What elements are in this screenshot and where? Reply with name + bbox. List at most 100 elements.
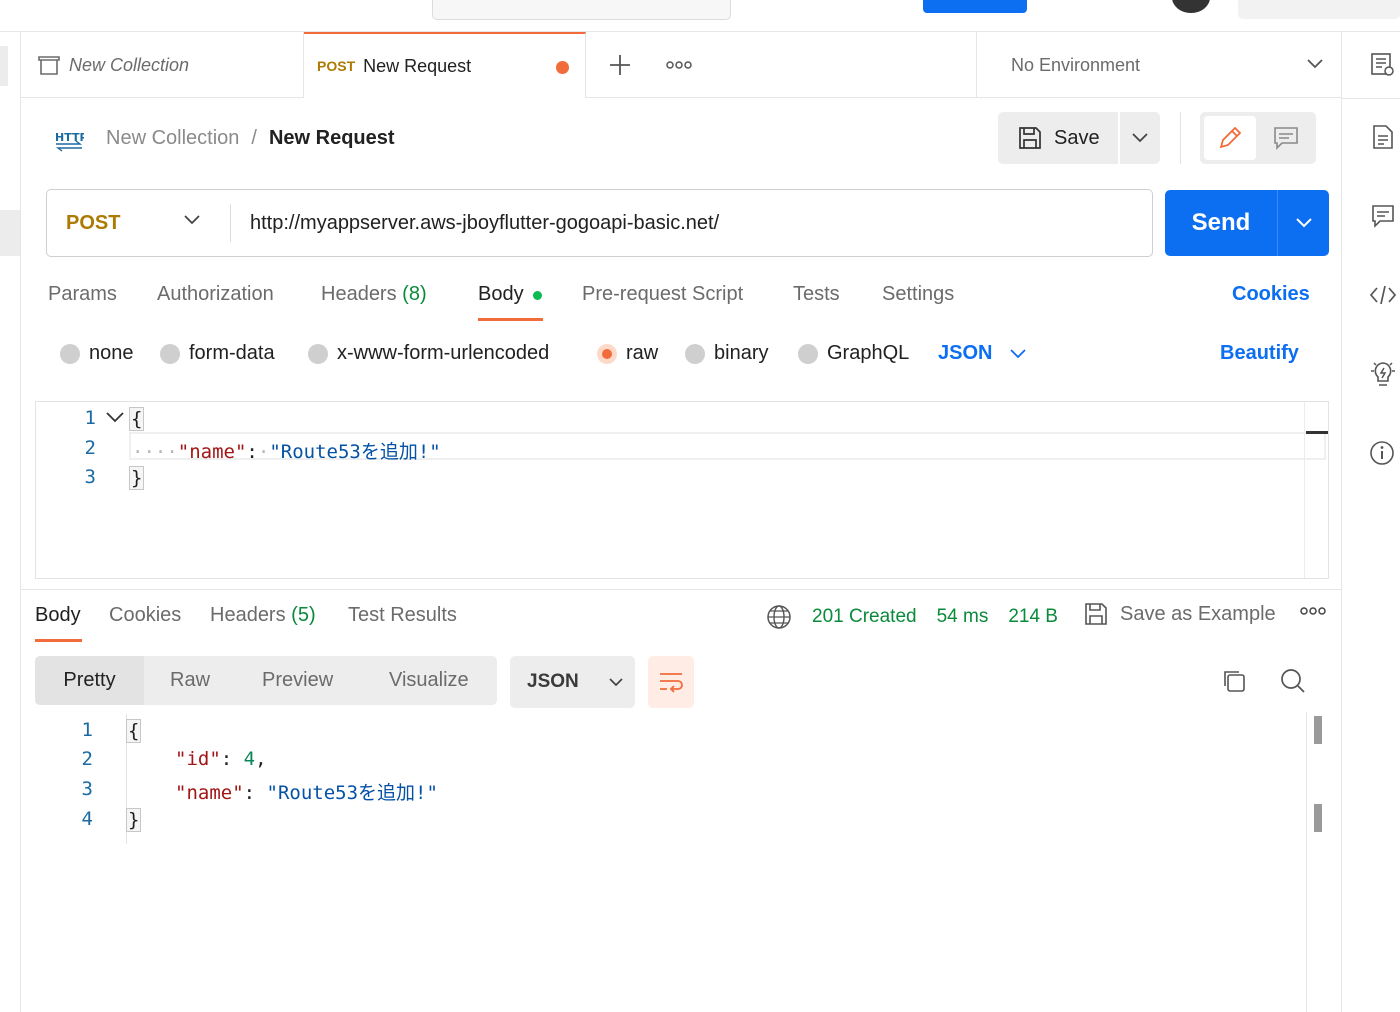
view-raw[interactable]: Raw [170, 656, 210, 705]
more-icon[interactable] [666, 60, 692, 70]
json-colon: : [246, 441, 258, 463]
plus-icon[interactable] [609, 54, 631, 76]
response-tab-headers[interactable]: Headers (5) [210, 604, 316, 627]
tab-headers[interactable]: Headers (8) [321, 283, 427, 306]
documentation-icon[interactable] [1372, 124, 1394, 150]
header-action-button[interactable] [923, 0, 1027, 13]
global-search-input[interactable] [432, 0, 731, 20]
globe-icon[interactable] [766, 604, 792, 630]
tab-label: Body [35, 604, 81, 626]
wrap-lines-button[interactable] [648, 656, 694, 708]
radio-binary[interactable]: binary [685, 342, 768, 365]
radio-x-www-form-urlencoded[interactable]: x-www-form-urlencoded [308, 342, 549, 365]
tab-params[interactable]: Params [48, 283, 117, 306]
chevron-down-icon [1295, 218, 1312, 228]
line-number: 1 [84, 407, 96, 429]
code-icon[interactable] [1369, 284, 1397, 306]
tab-body[interactable]: Body [478, 283, 524, 306]
http-icon: HTTP [54, 124, 84, 152]
scrollbar-track[interactable] [1306, 712, 1307, 1012]
line-number: 2 [81, 748, 93, 770]
save-as-example-label: Save as Example [1120, 602, 1276, 625]
send-button[interactable]: Send [1165, 190, 1277, 256]
radio-label: none [89, 342, 134, 364]
json-value: "Route53を追加!" [269, 441, 441, 463]
tab-authorization[interactable]: Authorization [157, 283, 274, 306]
body-format-selector[interactable]: JSON [938, 342, 1027, 365]
method-selector[interactable]: POST [66, 190, 120, 256]
line-number: 4 [81, 808, 93, 830]
view-pretty[interactable]: Pretty [35, 656, 144, 705]
breadcrumb-request[interactable]: New Request [269, 127, 395, 150]
line-number: 3 [81, 778, 93, 800]
tab-pre-request-script[interactable]: Pre-request Script [582, 283, 743, 306]
response-size[interactable]: 214 B [1008, 606, 1058, 628]
brace: } [129, 466, 145, 490]
tab-settings[interactable]: Settings [882, 283, 954, 306]
save-options-button[interactable] [1120, 112, 1160, 164]
wrap-icon [658, 671, 684, 693]
response-tab-cookies[interactable]: Cookies [109, 604, 181, 627]
response-tab-test-results[interactable]: Test Results [348, 604, 457, 627]
response-tab-body[interactable]: Body [35, 604, 81, 627]
headers-count: (8) [402, 283, 427, 305]
scroll-marker [1314, 716, 1322, 744]
environment-selector[interactable]: No Environment [976, 32, 1341, 98]
indent-guide: ···· [132, 441, 178, 463]
json-key: "id" [175, 748, 221, 770]
code-line: { [126, 719, 142, 743]
breadcrumb-collection[interactable]: New Collection [106, 127, 239, 150]
unsaved-indicator [556, 61, 569, 74]
radio-circle [798, 343, 818, 364]
tab-new-request[interactable]: POST New Request [304, 32, 586, 98]
response-divider[interactable] [21, 589, 1341, 590]
code-line: "id": 4, [175, 748, 267, 770]
lightbulb-icon[interactable] [1369, 359, 1397, 389]
tab-label: Params [48, 283, 117, 305]
comment-mode-button[interactable] [1260, 116, 1312, 160]
radio-raw[interactable]: raw [597, 342, 658, 365]
brace: { [126, 719, 142, 743]
chevron-down-icon[interactable] [184, 215, 200, 225]
radio-form-data[interactable]: form-data [160, 342, 275, 365]
send-options-button[interactable] [1277, 190, 1329, 256]
search-icon[interactable] [1280, 668, 1306, 694]
svg-text:HTTP: HTTP [55, 131, 84, 144]
radio-label: form-data [189, 342, 275, 364]
response-format-selector[interactable]: JSON [510, 656, 635, 708]
edit-mode-button[interactable] [1204, 116, 1256, 160]
comment-icon[interactable] [1371, 204, 1395, 228]
beautify-link[interactable]: Beautify [1220, 342, 1299, 365]
tab-method-badge: POST [317, 58, 356, 74]
chevron-down-icon [609, 677, 623, 687]
more-icon[interactable] [1300, 606, 1326, 616]
radio-label: raw [626, 342, 659, 364]
environment-quicklook-icon[interactable] [1370, 52, 1396, 78]
left-sidebar-edge [0, 32, 21, 1012]
tab-label: Settings [882, 283, 955, 305]
view-preview[interactable]: Preview [262, 656, 333, 705]
line-number: 3 [84, 466, 96, 488]
header-right-control[interactable] [1238, 0, 1400, 19]
tab-tests[interactable]: Tests [793, 283, 840, 306]
status-code[interactable]: 201 Created [812, 606, 917, 628]
copy-icon[interactable] [1221, 668, 1247, 694]
save-button[interactable]: Save [998, 112, 1118, 164]
json-key: "name" [175, 782, 244, 804]
radio-none[interactable]: none [60, 342, 134, 365]
url-input[interactable]: http://myappserver.aws-jboyflutter-gogoa… [250, 190, 719, 256]
request-body-editor[interactable]: 1 2 3 { ····"name":·"Route53を追加!" } [35, 401, 1329, 579]
info-icon[interactable] [1369, 440, 1395, 466]
editor-scrollbar-track[interactable] [1304, 402, 1305, 578]
save-as-example-button[interactable]: Save as Example [1084, 602, 1276, 626]
view-visualize[interactable]: Visualize [389, 656, 469, 705]
response-body-viewer[interactable]: 1 2 3 4 { "id": 4, "name": "Route53を追加!"… [35, 712, 1341, 1012]
headers-count: (5) [291, 604, 316, 626]
fold-chevron-icon[interactable] [106, 412, 124, 423]
radio-graphql[interactable]: GraphQL [798, 342, 909, 365]
avatar[interactable] [1172, 0, 1210, 13]
tab-new-collection[interactable]: New Collection [21, 32, 304, 98]
tab-label: Pre-request Script [582, 283, 744, 305]
cookies-link[interactable]: Cookies [1232, 283, 1310, 306]
response-time[interactable]: 54 ms [937, 606, 989, 628]
